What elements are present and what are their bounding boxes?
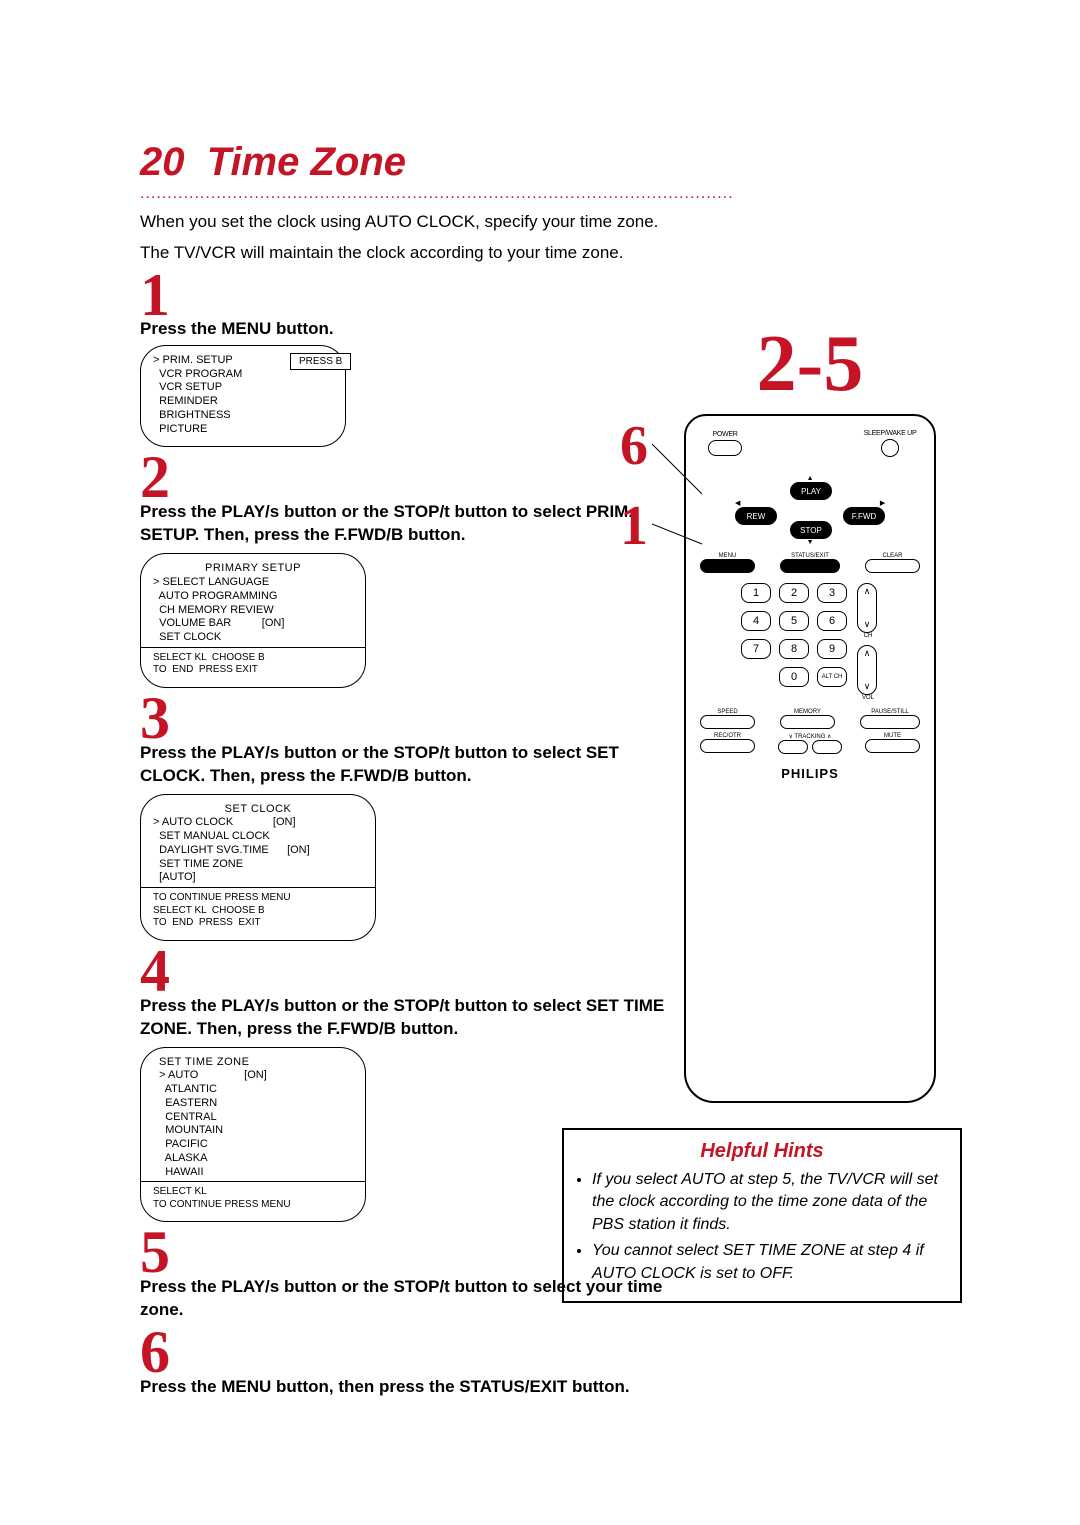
brand-label: PHILIPS xyxy=(700,766,920,781)
hint-item: If you select AUTO at step 5, the TV/VCR… xyxy=(592,1169,946,1236)
key-1[interactable]: 1 xyxy=(741,583,771,603)
play-button[interactable]: PLAY xyxy=(790,482,832,500)
sleep-button[interactable] xyxy=(881,439,899,457)
osd-item: PICTURE xyxy=(153,423,333,437)
power-button[interactable] xyxy=(708,440,742,456)
intro-line-2: The TV/VCR will maintain the clock accor… xyxy=(140,242,960,265)
altch-button[interactable]: ALT CH xyxy=(817,667,847,687)
leader-line-icon xyxy=(652,514,712,554)
key-8[interactable]: 8 xyxy=(779,639,809,659)
status-button[interactable] xyxy=(780,559,840,573)
step4-number: 4 xyxy=(140,941,680,1001)
osd-item: PACIFIC xyxy=(153,1138,353,1152)
remote-label: ∨ TRACKING ∧ xyxy=(775,733,845,740)
key-6[interactable]: 6 xyxy=(817,611,847,631)
stop-button[interactable]: STOP xyxy=(790,521,832,539)
osd-footer: SELECT KL TO CONTINUE PRESS MENU xyxy=(153,1186,353,1211)
step4-text: Press the PLAY/s button or the STOP/t bu… xyxy=(140,995,680,1041)
osd-item: VOLUME BAR [ON] xyxy=(153,617,353,631)
memory-button[interactable] xyxy=(780,715,835,729)
step2-number: 2 xyxy=(140,447,680,507)
osd-item: VCR SETUP xyxy=(153,381,333,395)
leader-line-icon xyxy=(652,424,712,514)
page-title: Time Zone xyxy=(207,140,406,184)
osd-primary-setup: PRIMARY SETUP > SELECT LANGUAGE AUTO PRO… xyxy=(140,553,366,688)
step2-text: Press the PLAY/s button or the STOP/t bu… xyxy=(140,501,680,547)
callout-1: 1 xyxy=(620,494,648,558)
key-0[interactable]: 0 xyxy=(779,667,809,687)
page-number: 20 xyxy=(140,140,185,184)
step1-text: Press the MENU button. xyxy=(140,319,680,339)
osd-item: SET CLOCK xyxy=(153,631,353,645)
osd-set-time-zone: SET TIME ZONE > AUTO [ON] ATLANTIC EASTE… xyxy=(140,1047,366,1223)
step6-text: Press the MENU button, then press the ST… xyxy=(140,1376,680,1399)
clear-button[interactable] xyxy=(865,559,920,573)
osd-balloon: PRESS B xyxy=(290,353,351,370)
step1-number: 1 xyxy=(140,265,680,325)
ffwd-button[interactable]: F.FWD xyxy=(843,507,885,525)
mute-button[interactable] xyxy=(865,739,920,753)
osd-item: CH MEMORY REVIEW xyxy=(153,604,353,618)
osd-set-clock: SET CLOCK > AUTO CLOCK [ON] SET MANUAL C… xyxy=(140,794,376,941)
osd-item: DAYLIGHT SVG.TIME [ON] xyxy=(153,844,363,858)
osd-header: PRIMARY SETUP xyxy=(153,562,353,576)
osd-item: SET TIME ZONE xyxy=(153,858,363,872)
remote-label-sleep: SLEEP/WAKE UP xyxy=(860,430,920,437)
osd-item: AUTO PROGRAMMING xyxy=(153,590,353,604)
osd-item: HAWAII xyxy=(153,1166,353,1180)
page-heading: 20 Time Zone xyxy=(140,140,960,185)
osd-item: > AUTO [ON] xyxy=(153,1069,353,1083)
osd-item: MOUNTAIN xyxy=(153,1124,353,1138)
key-3[interactable]: 3 xyxy=(817,583,847,603)
osd-item: SET MANUAL CLOCK xyxy=(153,830,363,844)
osd-header: SET TIME ZONE xyxy=(153,1056,353,1070)
osd-item: [AUTO] xyxy=(153,871,363,885)
osd-item: > SELECT LANGUAGE xyxy=(153,576,353,590)
ch-rocker[interactable]: ∧∨ xyxy=(857,583,877,633)
osd-item: EASTERN xyxy=(153,1097,353,1111)
remote-keypad: 1 2 3 4 5 6 7 8 9 0 ALT CH xyxy=(741,583,847,687)
key-9[interactable]: 9 xyxy=(817,639,847,659)
osd-footer: TO CONTINUE PRESS MENU SELECT KL CHOOSE … xyxy=(153,892,363,930)
step6-number: 6 xyxy=(140,1322,680,1382)
key-7[interactable]: 7 xyxy=(741,639,771,659)
key-4[interactable]: 4 xyxy=(741,611,771,631)
osd-item: CENTRAL xyxy=(153,1111,353,1125)
remote-label: VOL xyxy=(857,695,879,701)
osd-item: > AUTO CLOCK [ON] xyxy=(153,816,363,830)
hint-item: You cannot select SET TIME ZONE at step … xyxy=(592,1240,946,1285)
pause-button[interactable] xyxy=(860,715,920,729)
remote-label: CH xyxy=(857,633,879,639)
callout-6: 6 xyxy=(620,414,648,478)
key-5[interactable]: 5 xyxy=(779,611,809,631)
osd-footer: SELECT KL CHOOSE B TO END PRESS EXIT xyxy=(153,652,353,677)
rew-button[interactable]: REW xyxy=(735,507,777,525)
vol-rocker[interactable]: ∧∨ xyxy=(857,645,877,695)
tracking-up[interactable] xyxy=(812,740,842,754)
callout-range: 2-5 xyxy=(670,324,950,404)
osd-item: BRIGHTNESS xyxy=(153,409,333,423)
key-2[interactable]: 2 xyxy=(779,583,809,603)
intro-line-1: When you set the clock using AUTO CLOCK,… xyxy=(140,211,960,234)
speed-button[interactable] xyxy=(700,715,755,729)
osd-item: REMINDER xyxy=(153,395,333,409)
step3-number: 3 xyxy=(140,688,680,748)
helpful-hints-box: Helpful Hints If you select AUTO at step… xyxy=(562,1128,962,1303)
rec-button[interactable] xyxy=(700,739,755,753)
remote-illustration: 2-5 POWER SLEEP/WAKE UP ▲ PLAY ◀ REW xyxy=(670,324,950,1103)
osd-item: ALASKA xyxy=(153,1152,353,1166)
divider-dots: ........................................… xyxy=(140,185,960,203)
osd-header: SET CLOCK xyxy=(153,803,363,817)
step3-text: Press the PLAY/s button or the STOP/t bu… xyxy=(140,742,680,788)
osd-item: ATLANTIC xyxy=(153,1083,353,1097)
hints-title: Helpful Hints xyxy=(578,1140,946,1163)
menu-button[interactable] xyxy=(700,559,755,573)
tracking-down[interactable] xyxy=(778,740,808,754)
